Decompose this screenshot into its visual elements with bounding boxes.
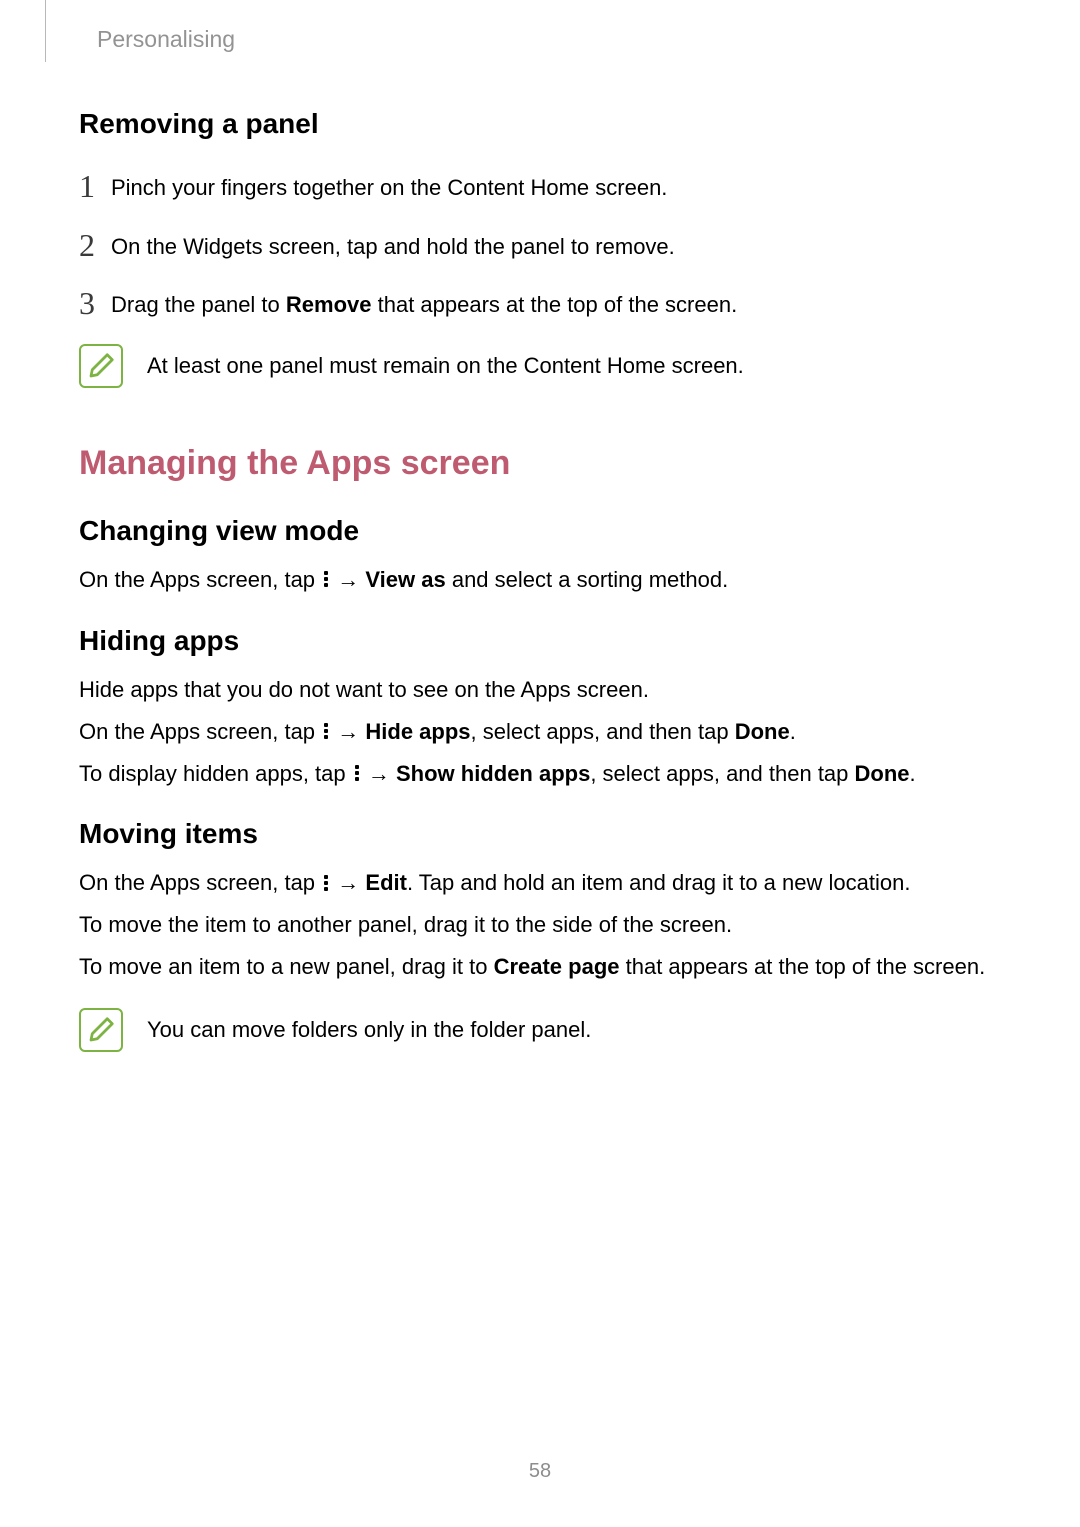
text: , select apps, and then tap: [590, 761, 854, 786]
note-row: You can move folders only in the folder …: [79, 1008, 999, 1052]
subsection: Moving items On the Apps screen, tap → E…: [79, 818, 999, 1051]
more-options-icon: [322, 571, 330, 587]
paragraph: On the Apps screen, tap → Hide apps, sel…: [79, 713, 999, 751]
note-text: At least one panel must remain on the Co…: [147, 351, 999, 381]
note-text: You can move folders only in the folder …: [147, 1015, 999, 1045]
text: that appears at the top of the screen.: [372, 292, 738, 317]
subsection: Changing view mode On the Apps screen, t…: [79, 515, 999, 599]
text: →: [362, 761, 396, 786]
step-text: On the Widgets screen, tap and hold the …: [111, 232, 999, 262]
paragraph: To move an item to a new panel, drag it …: [79, 948, 999, 986]
note-row: At least one panel must remain on the Co…: [79, 344, 999, 388]
heading-removing-panel: Removing a panel: [79, 108, 999, 140]
breadcrumb-divider: [45, 0, 46, 62]
paragraph: To display hidden apps, tap → Show hidde…: [79, 755, 999, 793]
text: →: [331, 719, 365, 744]
more-options-icon: [322, 723, 330, 739]
text: . Tap and hold an item and drag it to a …: [407, 870, 911, 895]
text: that appears at the top of the screen.: [620, 954, 986, 979]
text: On the Apps screen, tap: [79, 719, 321, 744]
heading-changing-view-mode: Changing view mode: [79, 515, 999, 547]
step-row: 1 Pinch your fingers together on the Con…: [79, 168, 999, 203]
breadcrumb: Personalising: [97, 26, 235, 53]
more-options-icon: [353, 765, 361, 781]
text: Drag the panel to: [111, 292, 286, 317]
paragraph: To move the item to another panel, drag …: [79, 906, 999, 944]
bold-text: Done: [735, 719, 790, 744]
more-options-icon: [322, 875, 330, 891]
heading-managing-apps-screen: Managing the Apps screen: [79, 444, 999, 483]
note-icon: [79, 1008, 123, 1052]
bold-text: Show hidden apps: [396, 761, 590, 786]
page-number: 58: [0, 1460, 1080, 1483]
text: .: [910, 761, 916, 786]
text: and select a sorting method.: [446, 567, 729, 592]
text: To display hidden apps, tap: [79, 761, 352, 786]
subsection: Hiding apps Hide apps that you do not wa…: [79, 625, 999, 792]
text: To move an item to a new panel, drag it …: [79, 954, 494, 979]
heading-moving-items: Moving items: [79, 818, 999, 850]
step-text: Pinch your fingers together on the Conte…: [111, 173, 999, 203]
text: , select apps, and then tap: [471, 719, 735, 744]
text: →: [331, 567, 365, 592]
bold-text: Hide apps: [365, 719, 470, 744]
step-row: 2 On the Widgets screen, tap and hold th…: [79, 227, 999, 262]
bold-text: Done: [855, 761, 910, 786]
step-number: 1: [79, 170, 111, 202]
step-text: Drag the panel to Remove that appears at…: [111, 290, 999, 320]
step-number: 3: [79, 287, 111, 319]
text: On the Apps screen, tap: [79, 567, 321, 592]
bold-text: View as: [365, 567, 445, 592]
step-number: 2: [79, 229, 111, 261]
step-row: 3 Drag the panel to Remove that appears …: [79, 285, 999, 320]
paragraph: On the Apps screen, tap → View as and se…: [79, 561, 999, 599]
text: →: [331, 870, 365, 895]
main-content: Removing a panel 1 Pinch your fingers to…: [79, 108, 999, 1078]
text: .: [790, 719, 796, 744]
paragraph: Hide apps that you do not want to see on…: [79, 671, 999, 709]
text: On the Apps screen, tap: [79, 870, 321, 895]
bold-text: Create page: [494, 954, 620, 979]
paragraph: On the Apps screen, tap → Edit. Tap and …: [79, 864, 999, 902]
bold-text: Remove: [286, 292, 372, 317]
note-icon: [79, 344, 123, 388]
heading-hiding-apps: Hiding apps: [79, 625, 999, 657]
bold-text: Edit: [365, 870, 407, 895]
